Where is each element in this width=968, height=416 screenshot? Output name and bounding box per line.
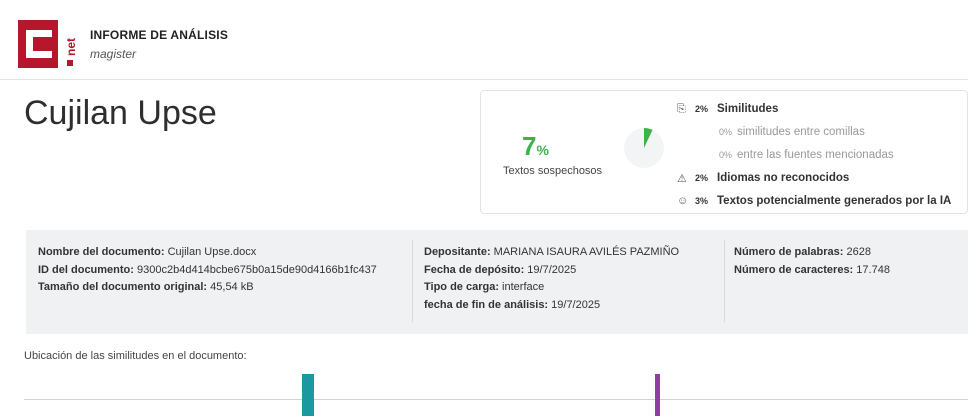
document-title: Cujilan Upse: [24, 94, 217, 132]
logo-red-square: [18, 20, 58, 68]
info-label: Depositante:: [424, 246, 491, 258]
score-summary-card: 7% Textos sospechosos ⎘ 2% Similitudes 0% si…: [480, 90, 968, 214]
info-row: fecha de fin de análisis: 19/7/2025: [424, 297, 724, 315]
info-label: Tamaño del documento original:: [38, 281, 208, 293]
metric-value: 0%: [719, 127, 733, 137]
info-row: Tipo de carga: interface: [424, 279, 724, 297]
info-value: 9300c2b4d414bcbe675b0a15de90d4166b1fc437: [133, 263, 377, 276]
logo-net-text: net: [62, 20, 80, 68]
info-value: Cujilan Upse.docx: [164, 246, 257, 258]
info-value: 2628: [843, 246, 871, 258]
metric-value: 2%: [695, 104, 709, 114]
info-row: Número de caracteres: 17.748: [734, 262, 964, 280]
info-label: Número de palabras:: [734, 246, 844, 258]
svg-text:net: net: [64, 38, 78, 56]
info-row: Depositante: MARIANA ISAURA AVILÉS PAZMI…: [424, 244, 724, 262]
info-divider: [412, 240, 413, 322]
info-value: 45,54 kB: [207, 281, 254, 293]
info-value: 19/7/2025: [548, 298, 601, 311]
compilatio-logo: net: [18, 20, 80, 68]
metric-row: 0% entre las fuentes mencionadas: [677, 149, 967, 172]
report-subtitle: magister: [90, 47, 137, 61]
logo-net-glyphs: net: [64, 38, 78, 66]
suspicious-label: Textos sospechosos: [503, 165, 603, 177]
similarity-marker[interactable]: [654, 374, 660, 416]
info-column-document: Nombre del documento: Cujilan Upse.docx I…: [38, 244, 418, 297]
info-label: Nombre del documento:: [38, 246, 165, 258]
info-label: Número de caracteres:: [734, 263, 854, 276]
suspicious-percent-unit: %: [536, 142, 549, 158]
suspicious-percent: 7%: [522, 131, 549, 162]
metric-label: Idiomas no reconocidos: [717, 172, 850, 184]
metric-label: entre las fuentes mencionadas: [737, 149, 894, 161]
info-row: Tamaño del documento original: 45,54 kB: [38, 279, 418, 297]
language-warning-icon: ⚠: [677, 173, 687, 185]
info-row: Nombre del documento: Cujilan Upse.docx: [38, 244, 418, 262]
metric-label: similitudes entre comillas: [737, 126, 865, 138]
metric-label: Textos potencialmente generados por la I…: [717, 195, 952, 207]
info-value: 19/7/2025: [524, 263, 577, 276]
metric-row: ⚠ 2% Idiomas no reconocidos: [677, 172, 967, 195]
report-header: net INFORME DE ANÁLISIS magister: [0, 0, 968, 80]
similarity-marker[interactable]: [302, 374, 315, 416]
metric-value: 3%: [695, 196, 709, 206]
metric-row: ⎘ 2% Similitudes: [677, 103, 967, 126]
metric-row: ☺ 3% Textos potencialmente generados por l…: [677, 195, 967, 218]
metric-label: Similitudes: [717, 103, 779, 115]
ai-robot-icon: ☺: [677, 195, 689, 207]
info-row: Número de palabras: 2628: [734, 244, 964, 262]
info-row: Fecha de depósito: 19/7/2025: [424, 262, 724, 280]
metric-value: 0%: [719, 150, 733, 160]
report-title: INFORME DE ANÁLISIS: [90, 28, 229, 42]
suspicious-percent-value: 7: [522, 131, 537, 161]
info-label: Fecha de depósito:: [424, 263, 525, 276]
info-label: Tipo de carga:: [424, 281, 499, 293]
info-value: 17.748: [853, 263, 890, 276]
score-donut-chart: [624, 128, 664, 168]
info-label: fecha de fin de análisis:: [424, 298, 549, 311]
info-row: ID del documento: 9300c2b4d414bcbe675b0a…: [38, 262, 418, 280]
copy-icon: ⎘: [677, 103, 686, 115]
info-value: MARIANA ISAURA AVILÉS PAZMIÑO: [490, 246, 680, 258]
similarity-location-label: Ubicación de las similitudes en el docum…: [24, 350, 247, 362]
similarity-location-track: [24, 399, 968, 400]
info-divider: [724, 240, 725, 322]
info-label: ID del documento:: [38, 263, 134, 276]
info-column-deposit: Depositante: MARIANA ISAURA AVILÉS PAZMI…: [424, 244, 724, 314]
logo-c-letter: [26, 30, 52, 58]
metric-row: 0% similitudes entre comillas: [677, 126, 967, 149]
metrics-list: ⎘ 2% Similitudes 0% similitudes entre comill…: [677, 103, 967, 218]
info-value: interface: [498, 281, 545, 293]
metric-value: 2%: [695, 173, 709, 183]
document-info-panel: Nombre del documento: Cujilan Upse.docx I…: [26, 230, 968, 334]
info-column-counts: Número de palabras: 2628 Número de caract…: [734, 244, 964, 279]
